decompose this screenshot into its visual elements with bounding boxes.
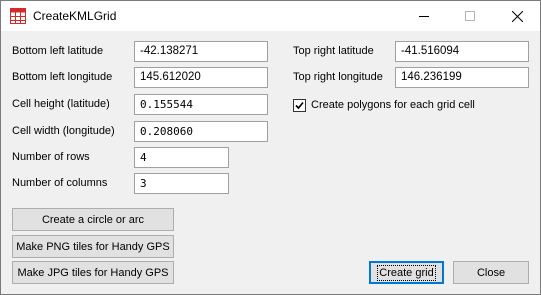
top-right-latitude-label: Top right latitude (293, 45, 374, 57)
title-bar[interactable]: CreateKMLGrid (1, 1, 540, 31)
window-title: CreateKMLGrid (33, 9, 117, 23)
make-jpg-tiles-button[interactable]: Make JPG tiles for Handy GPS (12, 261, 174, 284)
bottom-left-latitude-input[interactable]: -42.138271 (134, 41, 268, 62)
number-of-rows-label: Number of rows (12, 151, 90, 163)
minimize-button[interactable] (401, 1, 447, 31)
grid-app-icon (10, 8, 26, 24)
top-right-longitude-input[interactable]: 146.236199 (395, 67, 529, 88)
top-right-latitude-input[interactable]: -41.516094 (395, 41, 529, 62)
close-button[interactable]: Close (453, 261, 529, 284)
close-window-button[interactable] (494, 1, 540, 31)
create-grid-button-label: Create grid (377, 264, 436, 281)
cell-height-label: Cell height (latitude) (12, 98, 110, 110)
create-kml-grid-window: CreateKMLGrid Bottom left latitude -42.1… (0, 0, 541, 295)
make-png-tiles-button[interactable]: Make PNG tiles for Handy GPS (12, 235, 174, 258)
polygons-checkbox-label[interactable]: Create polygons for each grid cell (311, 99, 475, 111)
cell-height-input[interactable]: 0.155544 (134, 94, 268, 115)
polygons-checkbox[interactable] (293, 99, 306, 112)
create-grid-button[interactable]: Create grid (369, 261, 444, 284)
number-of-rows-input[interactable]: 4 (134, 147, 229, 168)
maximize-button[interactable] (447, 1, 493, 31)
number-of-columns-label: Number of columns (12, 177, 108, 189)
bottom-left-longitude-label: Bottom left longitude (12, 71, 113, 83)
checkmark-icon (295, 101, 304, 110)
bottom-left-longitude-input[interactable]: 145.612020 (134, 67, 268, 88)
close-button-label: Close (476, 266, 506, 279)
number-of-columns-input[interactable]: 3 (134, 173, 229, 194)
minimize-icon (419, 16, 429, 17)
cell-width-label: Cell width (longitude) (12, 125, 115, 137)
bottom-left-latitude-label: Bottom left latitude (12, 45, 104, 57)
make-jpg-tiles-button-label: Make JPG tiles for Handy GPS (17, 266, 169, 279)
maximize-icon (465, 11, 475, 21)
create-circle-button[interactable]: Create a circle or arc (12, 208, 174, 231)
top-right-longitude-label: Top right longitude (293, 71, 383, 83)
cell-width-input[interactable]: 0.208060 (134, 121, 268, 142)
make-png-tiles-button-label: Make PNG tiles for Handy GPS (16, 240, 170, 253)
close-icon (511, 10, 523, 22)
create-circle-button-label: Create a circle or arc (41, 213, 145, 226)
